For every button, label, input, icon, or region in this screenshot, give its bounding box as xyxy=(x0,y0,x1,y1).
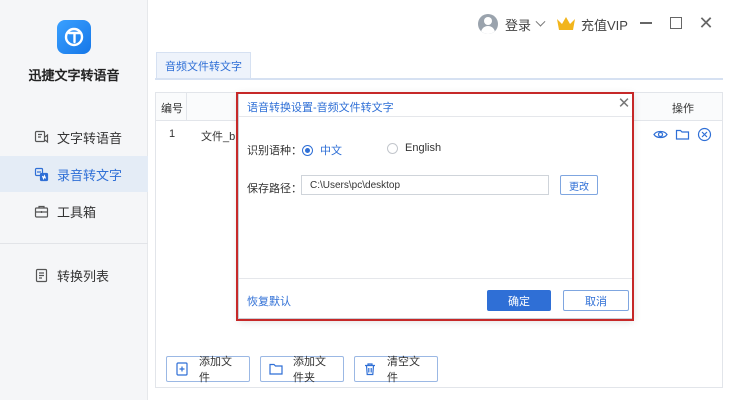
language-radio-english[interactable]: English xyxy=(387,142,441,154)
add-file-label: 添加文件 xyxy=(199,356,232,384)
table-row-file: 文件_b xyxy=(201,131,236,143)
vip-button[interactable]: 充值VIP xyxy=(556,12,628,36)
close-icon: ✕ xyxy=(698,13,714,33)
table-row-number: 1 xyxy=(169,128,176,140)
maximize-button[interactable] xyxy=(667,14,685,32)
add-file-icon xyxy=(175,362,189,376)
column-header-number: 编号 xyxy=(161,103,183,115)
radio-label: English xyxy=(405,142,442,154)
dialog-close-icon[interactable]: ✕ xyxy=(617,96,631,111)
ok-button[interactable]: 确定 xyxy=(487,290,551,311)
sidebar: 迅捷文字转语音 文字转语音 录音转文字 工具箱 转换列表 xyxy=(0,0,148,400)
clear-files-button[interactable]: 清空文件 xyxy=(354,356,438,384)
add-folder-label: 添加文件夹 xyxy=(293,356,326,384)
crown-icon xyxy=(557,17,575,30)
tab-audio-to-text[interactable]: 音频文件转文字 xyxy=(156,52,251,79)
list-icon xyxy=(33,267,49,283)
sidebar-item-toolbox[interactable]: 工具箱 xyxy=(0,193,148,229)
change-path-button[interactable]: 更改 xyxy=(560,175,598,195)
column-header-operation: 操作 xyxy=(672,103,694,115)
dialog-title: 语音转换设置-音频文件转文字 xyxy=(247,102,394,114)
save-path-input[interactable] xyxy=(301,175,549,195)
avatar xyxy=(478,14,498,34)
radio-unchecked-icon xyxy=(387,142,398,154)
chevron-down-icon xyxy=(535,16,546,27)
folder-icon[interactable] xyxy=(674,126,690,142)
maximize-icon xyxy=(670,17,682,29)
sidebar-item-conversion-list[interactable]: 转换列表 xyxy=(0,257,148,293)
save-path-label: 保存路径： xyxy=(247,183,302,195)
preview-eye-icon[interactable] xyxy=(652,126,668,142)
close-button[interactable]: ✕ xyxy=(697,14,715,32)
tab-underline xyxy=(155,78,723,80)
cancel-button[interactable]: 取消 xyxy=(563,290,629,311)
app-logo xyxy=(57,20,91,54)
restore-default-link[interactable]: 恢复默认 xyxy=(247,293,291,309)
audio-to-text-icon xyxy=(33,166,49,182)
language-label: 识别语种： xyxy=(247,145,302,157)
sidebar-divider xyxy=(0,243,148,244)
sidebar-item-audio-to-text[interactable]: 录音转文字 xyxy=(0,156,148,192)
sidebar-item-label: 转换列表 xyxy=(57,268,110,284)
login-label: 登录 xyxy=(505,17,532,33)
language-radio-chinese[interactable]: 中文 xyxy=(302,142,342,158)
add-folder-button[interactable]: 添加文件夹 xyxy=(260,356,344,384)
column-divider xyxy=(186,93,187,121)
minimize-icon xyxy=(640,22,652,24)
sidebar-item-label: 录音转文字 xyxy=(57,167,123,183)
vip-label: 充值VIP xyxy=(581,17,628,33)
toolbox-icon xyxy=(33,203,49,219)
dialog-divider xyxy=(239,116,632,117)
add-file-button[interactable]: 添加文件 xyxy=(166,356,250,384)
file-actions: 添加文件 添加文件夹 清空文件 xyxy=(166,356,438,384)
text-to-speech-icon xyxy=(33,129,49,145)
clear-files-label: 清空文件 xyxy=(387,356,420,384)
row-operations xyxy=(652,126,712,142)
logo-t-icon xyxy=(64,27,84,47)
radio-label: 中文 xyxy=(320,145,342,157)
trash-icon xyxy=(363,362,377,376)
sidebar-item-text-to-speech[interactable]: 文字转语音 xyxy=(0,119,148,155)
conversion-settings-dialog: 语音转换设置-音频文件转文字 ✕ 识别语种： 中文 English 保存路径： … xyxy=(238,93,633,319)
app-name: 迅捷文字转语音 xyxy=(28,68,120,83)
radio-checked-icon xyxy=(302,144,313,156)
sidebar-item-label: 文字转语音 xyxy=(57,130,123,146)
dialog-footer-divider xyxy=(239,278,632,279)
sidebar-item-label: 工具箱 xyxy=(57,204,97,220)
minimize-button[interactable] xyxy=(637,14,655,32)
delete-circle-icon[interactable] xyxy=(696,126,712,142)
add-folder-icon xyxy=(269,362,283,376)
login-menu[interactable]: 登录 xyxy=(478,12,546,36)
